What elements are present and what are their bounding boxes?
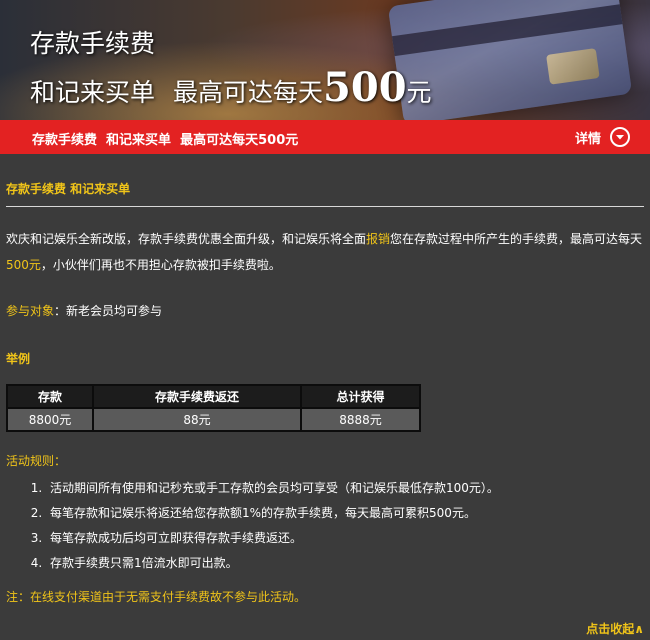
intro-highlight-amount: 500元 <box>6 258 41 272</box>
promo-header-bar: 存款手续费 和记来买单 最高可达每天500元 详情 <box>0 120 650 154</box>
chevron-down-icon <box>616 134 624 139</box>
table-cell-deposit: 8800元 <box>6 407 94 432</box>
list-item: 每笔存款成功后均可立即获得存款手续费返还。 <box>46 526 646 551</box>
example-title: 举例 <box>6 352 31 366</box>
banner-subheadline: 和记来买单 最高可达每天500元 <box>30 64 432 111</box>
banner-unit: 元 <box>406 78 432 107</box>
table-cell-total: 8888元 <box>300 407 421 432</box>
promo-details: 存款手续费 和记来买单 欢庆和记娱乐全新改版，存款手续费优惠全面升级，和记娱乐将… <box>0 154 650 640</box>
participants-line: 参与对象：新老会员均可参与 <box>6 302 162 319</box>
section-title: 存款手续费 和记来买单 <box>6 182 131 196</box>
banner-amount: 500 <box>323 64 407 111</box>
banner-subheadline-prefix: 和记来买单 <box>30 78 156 107</box>
list-item: 存款手续费只需1倍流水即可出款。 <box>46 551 646 576</box>
collapse-link[interactable]: 点击收起∧ <box>586 620 644 637</box>
details-toggle-button[interactable]: 详情 <box>575 125 630 149</box>
footnote: 注：在线支付渠道由于无需支付手续费故不参与此活动。 <box>6 590 307 604</box>
banner-headline: 存款手续费 <box>30 29 156 58</box>
card-chip <box>546 48 600 85</box>
table-header-refund: 存款手续费返还 <box>92 384 302 409</box>
intro-text-1: 欢庆和记娱乐全新改版，存款手续费优惠全面升级，和记娱乐将全面 <box>6 232 367 246</box>
rules-title: 活动规则： <box>6 454 67 468</box>
table-header-total: 总计获得 <box>300 384 421 409</box>
participants-value: 新老会员均可参与 <box>66 304 163 318</box>
chevron-down-circle-icon <box>610 127 630 147</box>
list-item: 每笔存款和记娱乐将返还给您存款额1%的存款手续费，每天最高可累积500元。 <box>46 501 646 526</box>
table-row: 8800元 88元 8888元 <box>6 407 421 432</box>
banner-subheadline-mid: 最高可达每天 <box>173 78 324 107</box>
table-header-row: 存款 存款手续费返还 总计获得 <box>6 384 421 409</box>
intro-text-2: 您在存款过程中所产生的手续费，最高可达每天 <box>390 232 643 246</box>
example-table: 存款 存款手续费返还 总计获得 8800元 88元 8888元 <box>6 384 421 432</box>
intro-paragraph: 欢庆和记娱乐全新改版，存款手续费优惠全面升级，和记娱乐将全面报销您在存款过程中所… <box>6 226 644 278</box>
rules-list: 活动期间所有使用和记秒充或手工存款的会员均可享受（和记娱乐最低存款100元）。 … <box>28 476 646 576</box>
details-label: 详情 <box>574 131 601 147</box>
promo-header-title: 存款手续费 和记来买单 最高可达每天500元 <box>32 133 299 148</box>
table-cell-refund: 88元 <box>92 407 302 432</box>
intro-text-3: ，小伙伴们再也不用担心存款被扣手续费啦。 <box>40 258 281 272</box>
list-item: 活动期间所有使用和记秒充或手工存款的会员均可享受（和记娱乐最低存款100元）。 <box>46 476 646 501</box>
promo-banner: 存款手续费 和记来买单 最高可达每天500元 <box>0 0 650 120</box>
divider <box>6 206 644 207</box>
participants-label: 参与对象 <box>6 304 55 318</box>
table-header-deposit: 存款 <box>6 384 94 409</box>
intro-highlight-reimburse: 报销 <box>366 232 391 246</box>
participants-separator: ： <box>54 304 67 318</box>
